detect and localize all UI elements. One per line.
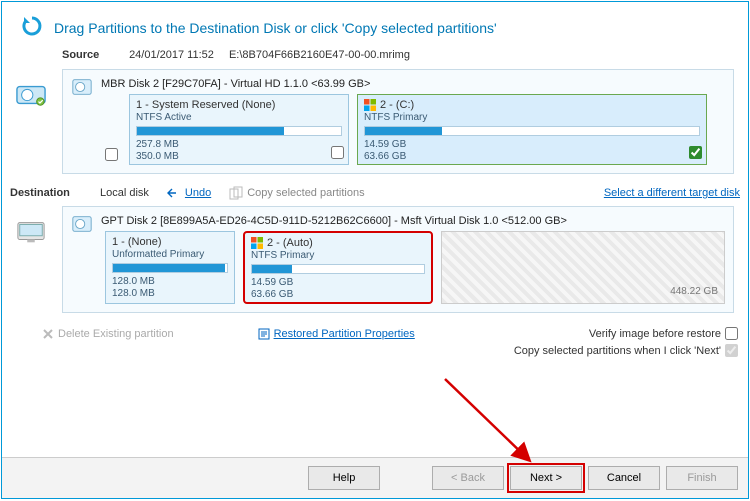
next-button[interactable]: Next > xyxy=(510,466,582,490)
source-disk-title: MBR Disk 2 [F29C70FA] - Virtual HD 1.1.0… xyxy=(101,76,725,90)
windows-icon xyxy=(251,237,263,249)
destination-partition-2[interactable]: 2 - (Auto) NTFS Primary 14.59 GB63.66 GB xyxy=(243,231,433,304)
restore-icon xyxy=(20,14,44,41)
button-bar: Help < Back Next > Cancel Finish xyxy=(2,457,748,498)
partition-size: 128.0 MB128.0 MB xyxy=(112,276,228,299)
usage-bar xyxy=(112,263,228,273)
destination-label: Destination xyxy=(10,187,82,199)
copy-selected-button[interactable]: Copy selected partitions xyxy=(229,186,364,200)
destination-disk-title: GPT Disk 2 [8E899A5A-ED26-4C5D-911D-5212… xyxy=(101,213,725,227)
partition-size: 257.8 MB350.0 MB xyxy=(136,139,342,162)
hdd-icon xyxy=(71,213,93,238)
partition-type: NTFS Primary xyxy=(251,250,425,261)
destination-partition-1[interactable]: 1 - (None) Unformatted Primary 128.0 MB1… xyxy=(105,231,235,304)
usage-bar xyxy=(364,126,700,136)
cancel-button[interactable]: Cancel xyxy=(588,466,660,490)
source-partition-2[interactable]: 2 - (C:) NTFS Primary 14.59 GB63.66 GB xyxy=(357,94,707,165)
delete-partition-button[interactable]: Delete Existing partition xyxy=(42,328,174,340)
local-disk-label: Local disk xyxy=(100,187,149,199)
partition-size: 14.59 GB63.66 GB xyxy=(251,277,425,300)
destination-toolbar: Destination Local disk Undo Copy selecte… xyxy=(10,186,740,200)
select-target-disk-link[interactable]: Select a different target disk xyxy=(604,187,740,199)
unallocated-space[interactable]: 448.22 GB xyxy=(441,231,725,304)
partition-name: 2 - (Auto) xyxy=(267,237,313,249)
auto-copy-option[interactable]: Copy selected partitions when I click 'N… xyxy=(514,344,738,357)
verify-image-option[interactable]: Verify image before restore xyxy=(589,327,738,340)
auto-copy-checkbox[interactable] xyxy=(725,344,738,357)
partition-size: 14.59 GB63.66 GB xyxy=(364,139,700,162)
windows-icon xyxy=(364,99,376,111)
partition-name: 1 - System Reserved (None) xyxy=(136,99,342,111)
undo-button[interactable]: Undo xyxy=(167,187,211,199)
usage-bar xyxy=(251,264,425,274)
destination-disk-card: GPT Disk 2 [8E899A5A-ED26-4C5D-911D-5212… xyxy=(62,206,734,313)
source-label: Source xyxy=(62,49,114,61)
partition-name: 1 - (None) xyxy=(112,236,228,248)
source-partition-1[interactable]: 1 - System Reserved (None) NTFS Active 2… xyxy=(129,94,349,165)
usage-bar xyxy=(136,126,342,136)
source-meta: Source 24/01/2017 11:52 E:\8B704F66B2160… xyxy=(2,49,748,61)
source-drive-icon xyxy=(10,69,52,110)
help-button[interactable]: Help xyxy=(308,466,380,490)
partition-type: Unformatted Primary xyxy=(112,249,228,260)
back-button[interactable]: < Back xyxy=(432,466,504,490)
partition-2-checkbox[interactable] xyxy=(689,146,702,159)
source-disk-card: MBR Disk 2 [F29C70FA] - Virtual HD 1.1.0… xyxy=(62,69,734,174)
source-timestamp: 24/01/2017 11:52 xyxy=(129,49,214,61)
partition-type: NTFS Primary xyxy=(364,112,700,123)
partition-name: 2 - (C:) xyxy=(380,99,414,111)
select-all-source-checkbox[interactable] xyxy=(105,148,118,161)
page-header: Drag Partitions to the Destination Disk … xyxy=(2,2,748,49)
restored-properties-link[interactable]: Restored Partition Properties xyxy=(258,328,415,340)
partition-1-checkbox[interactable] xyxy=(331,146,344,159)
partition-type: NTFS Active xyxy=(136,112,342,123)
verify-image-checkbox[interactable] xyxy=(725,327,738,340)
destination-drive-icon xyxy=(10,206,52,247)
hdd-icon xyxy=(71,76,93,101)
page-title: Drag Partitions to the Destination Disk … xyxy=(54,20,497,36)
source-path: E:\8B704F66B2160E47-00-00.mrimg xyxy=(229,49,410,61)
finish-button[interactable]: Finish xyxy=(666,466,738,490)
